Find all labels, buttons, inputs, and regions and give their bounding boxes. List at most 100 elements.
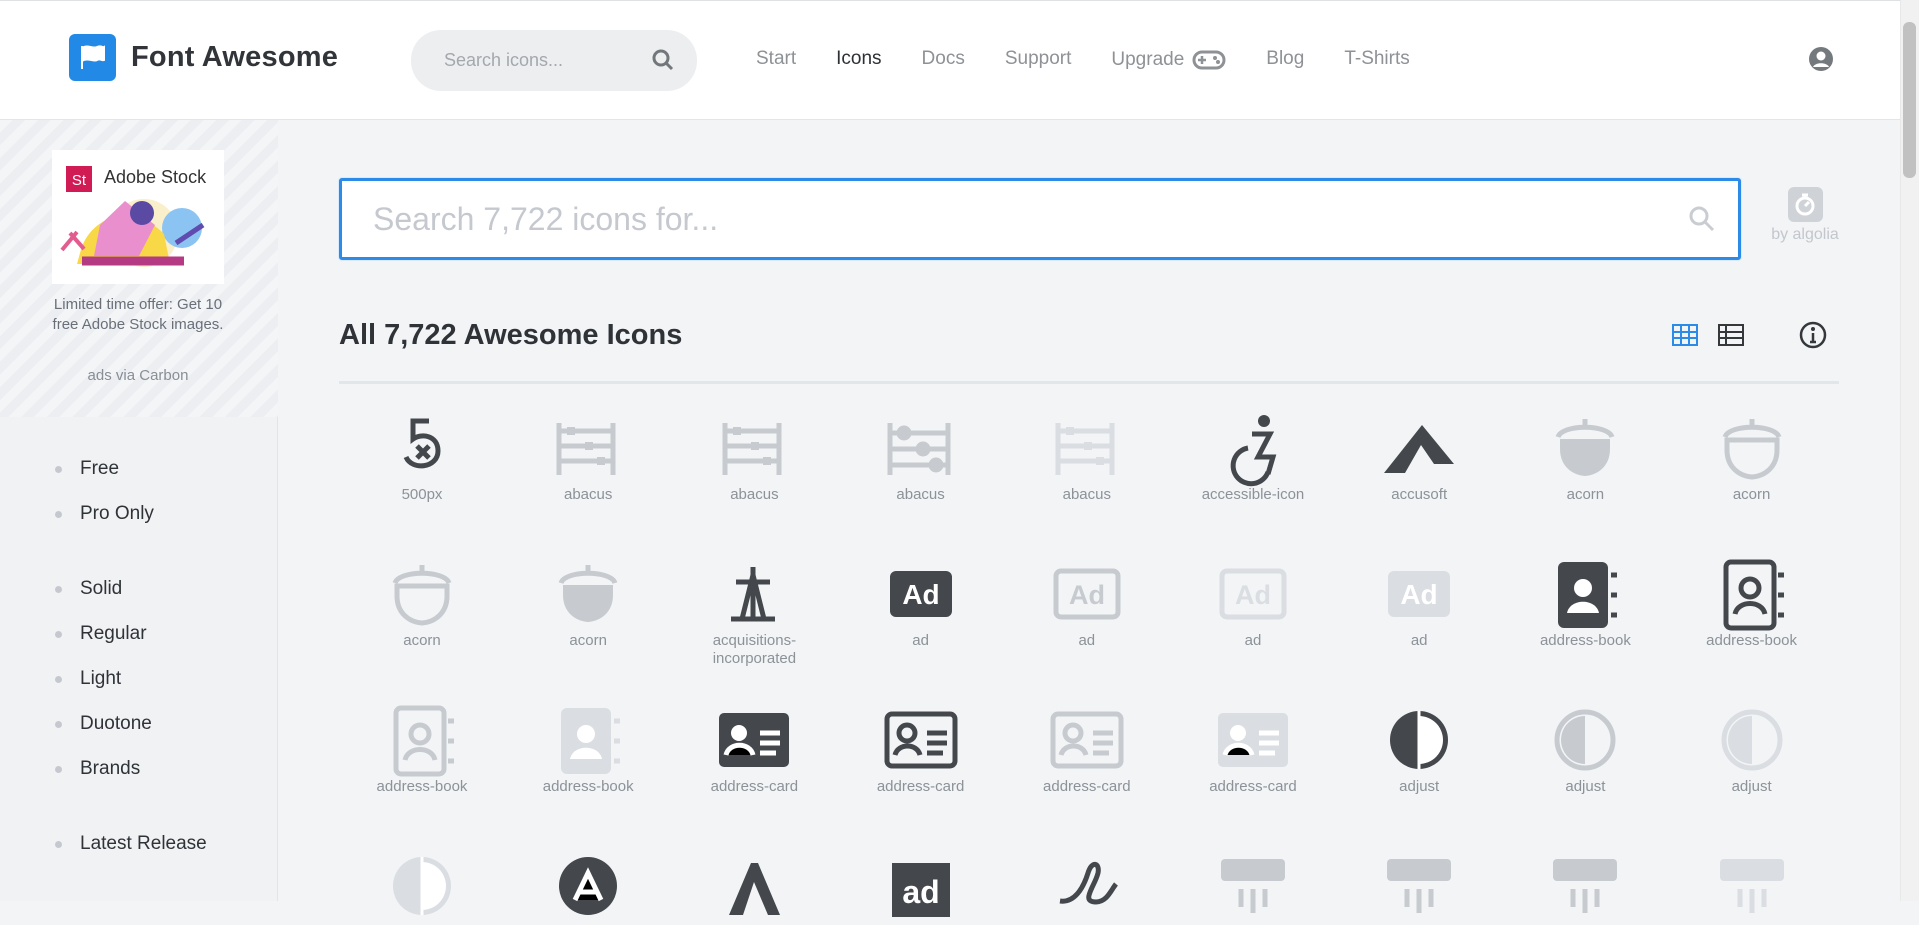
icon-card[interactable] (1336, 844, 1502, 924)
filter-label: Free (80, 458, 120, 479)
icon-card[interactable]: address-book (505, 698, 671, 796)
nav-tshirts[interactable]: T-Shirts (1344, 48, 1409, 72)
icon-card[interactable]: address-card (1170, 698, 1336, 796)
user-circle-icon[interactable] (1808, 46, 1834, 72)
acorn-outline-icon (339, 552, 505, 628)
icon-card[interactable] (1502, 844, 1668, 924)
icon-card[interactable]: acquisitions-incorporated (671, 552, 837, 668)
gallery-divider (339, 381, 1839, 384)
icon-card[interactable]: address-card (838, 698, 1004, 796)
icon-card[interactable]: 500px (339, 406, 505, 504)
nav-upgrade-label: Upgrade (1111, 49, 1185, 70)
abacus-ring-icon (838, 406, 1004, 482)
svg-text:Ad: Ad (1069, 580, 1105, 610)
adobe-stock-ad-image[interactable]: St Adobe Stock (52, 150, 224, 284)
logo[interactable]: Font Awesome (69, 34, 338, 81)
filter-solid[interactable]: Solid (55, 578, 122, 600)
icon-card[interactable]: acorn (1669, 406, 1835, 504)
svg-text:Ad: Ad (1235, 580, 1271, 610)
icon-card[interactable]: abacus (838, 406, 1004, 504)
address-card-outline-icon (1004, 698, 1170, 774)
icon-card[interactable]: Ad ad (1004, 552, 1170, 650)
carbon-ad[interactable]: St Adobe Stock Limited time offer: Get 1… (0, 120, 278, 417)
icon-card[interactable]: accessible-icon (1170, 406, 1336, 504)
top-search-input[interactable] (444, 50, 644, 71)
icon-name: ad (1410, 632, 1428, 649)
icon-card[interactable]: address-card (1004, 698, 1170, 796)
filter-pro-only[interactable]: Pro Only (55, 503, 154, 525)
icon-card[interactable]: abacus (1004, 406, 1170, 504)
info-circle-icon[interactable] (1799, 321, 1827, 349)
icon-card[interactable]: address-book (1669, 552, 1835, 650)
icon-card[interactable]: acorn (339, 552, 505, 650)
nav-support[interactable]: Support (1005, 48, 1072, 72)
icon-card[interactable]: Ad ad (1336, 552, 1502, 650)
grid-view-icon[interactable] (1671, 321, 1699, 349)
scrollbar-thumb[interactable] (1903, 22, 1916, 178)
icon-card[interactable]: abacus (671, 406, 837, 504)
icon-search-box[interactable] (339, 178, 1741, 260)
nav-upgrade[interactable]: Upgrade (1111, 48, 1226, 72)
icon-card[interactable] (1004, 844, 1170, 924)
filter-label: Solid (80, 578, 123, 599)
icon-card[interactable] (339, 844, 505, 924)
icon-name: abacus (730, 486, 779, 503)
ad-icon: Ad (838, 552, 1004, 628)
icon-search-input[interactable] (373, 201, 1623, 238)
adjust-icon (1336, 698, 1502, 774)
icon-name: acorn (1732, 486, 1771, 503)
500px-icon (339, 406, 505, 482)
icon-card[interactable] (1669, 844, 1835, 924)
icon-card[interactable] (505, 844, 671, 924)
abacus-icon (1004, 406, 1170, 482)
ad-attribution[interactable]: ads via Carbon (52, 367, 224, 384)
table-view-icon[interactable] (1717, 321, 1745, 349)
icon-name: adjust (1399, 778, 1440, 795)
svg-text:Ad: Ad (1401, 579, 1438, 610)
ad-copy[interactable]: Limited time offer: Get 10 free Adobe St… (52, 295, 224, 335)
top-search-field[interactable] (411, 30, 697, 91)
icon-card[interactable]: address-book (1502, 552, 1668, 650)
algolia-attribution[interactable]: by algolia (1770, 187, 1840, 244)
icon-card[interactable]: address-book (339, 698, 505, 796)
filter-duotone[interactable]: Duotone (55, 713, 152, 735)
filter-regular[interactable]: Regular (55, 623, 147, 645)
nav-start[interactable]: Start (756, 48, 796, 72)
icon-card[interactable]: acorn (505, 552, 671, 650)
algolia-label: by algolia (1771, 226, 1839, 243)
icon-card[interactable]: adjust (1669, 698, 1835, 796)
svg-text:Ad: Ad (902, 579, 939, 610)
icon-card[interactable] (1170, 844, 1336, 924)
icon-name: acquisitions-incorporated (712, 632, 797, 667)
icon-card[interactable]: address-card (671, 698, 837, 796)
brand-name: Font Awesome (131, 41, 339, 73)
view-switcher (1671, 321, 1745, 349)
address-card-icon (1170, 698, 1336, 774)
ad-outline-icon: Ad (1170, 552, 1336, 628)
icon-card[interactable]: ad (838, 844, 1004, 924)
icon-card[interactable]: adjust (1502, 698, 1668, 796)
adversal-icon (505, 844, 671, 920)
algolia-icon (1787, 187, 1823, 222)
nav-blog[interactable]: Blog (1266, 48, 1304, 72)
adobe-stock-logo-text: St (72, 172, 87, 189)
page-scrollbar[interactable] (1900, 0, 1919, 901)
icon-card[interactable]: abacus (505, 406, 671, 504)
icon-card[interactable]: accusoft (1336, 406, 1502, 504)
search-icon[interactable] (651, 48, 675, 72)
filter-light[interactable]: Light (55, 668, 121, 690)
ad-outline-icon: Ad (1004, 552, 1170, 628)
filter-latest-release[interactable]: Latest Release (55, 833, 207, 855)
icon-card[interactable] (671, 844, 837, 924)
icon-card[interactable]: Ad ad (1170, 552, 1336, 650)
filter-free[interactable]: Free (55, 458, 119, 480)
icon-card[interactable]: adjust (1336, 698, 1502, 796)
icon-card[interactable]: Ad ad (838, 552, 1004, 650)
air-conditioner-icon (1336, 844, 1502, 920)
search-icon[interactable] (1688, 205, 1716, 233)
icon-card[interactable]: acorn (1502, 406, 1668, 504)
nav-icons[interactable]: Icons (836, 48, 881, 72)
nav-docs[interactable]: Docs (922, 48, 965, 72)
filter-brands[interactable]: Brands (55, 758, 140, 780)
icon-name: address-card (1209, 778, 1297, 795)
